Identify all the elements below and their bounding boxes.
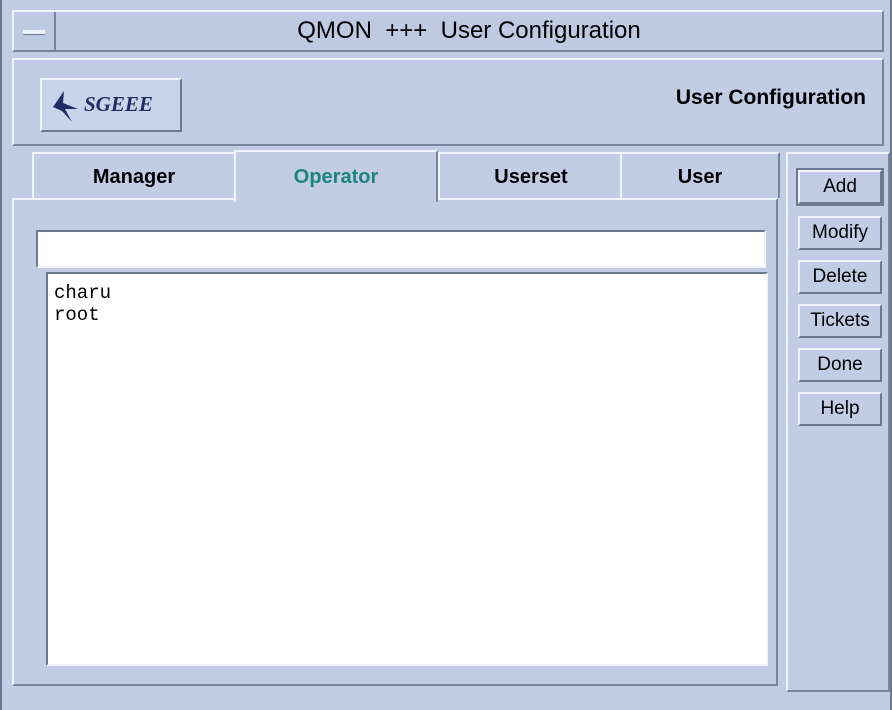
list-item[interactable]: charu: [54, 282, 766, 304]
list-item[interactable]: root: [54, 304, 766, 326]
done-button[interactable]: Done: [798, 348, 882, 382]
window-title: QMON +++ User Configuration: [297, 17, 641, 44]
title-bar[interactable]: QMON +++ User Configuration: [12, 10, 884, 52]
modify-button[interactable]: Modify: [798, 216, 882, 250]
tab-userset[interactable]: Userset: [438, 152, 624, 198]
operator-name-input[interactable]: [36, 230, 766, 268]
header-panel: SGEEE User Configuration: [12, 58, 884, 146]
qmon-window: QMON +++ User Configuration SGEEE User C…: [0, 0, 892, 710]
delete-button[interactable]: Delete: [798, 260, 882, 294]
bird-logo-icon: [53, 91, 78, 122]
tab-manager[interactable]: Manager: [32, 152, 236, 198]
operator-list[interactable]: charu root: [46, 272, 768, 666]
window-menu-button[interactable]: [14, 12, 56, 50]
header-title: User Configuration: [675, 86, 866, 109]
logo-text: SGEEE: [84, 92, 153, 116]
sgeee-logo: SGEEE: [40, 78, 182, 132]
window-menu-icon: [23, 30, 45, 35]
tickets-button[interactable]: Tickets: [798, 304, 882, 338]
tab-operator[interactable]: Operator: [234, 150, 438, 202]
tab-user[interactable]: User: [620, 152, 780, 198]
add-button[interactable]: Add: [796, 168, 884, 206]
help-button[interactable]: Help: [798, 392, 882, 426]
action-button-panel: Add Modify Delete Tickets Done Help: [786, 152, 890, 692]
